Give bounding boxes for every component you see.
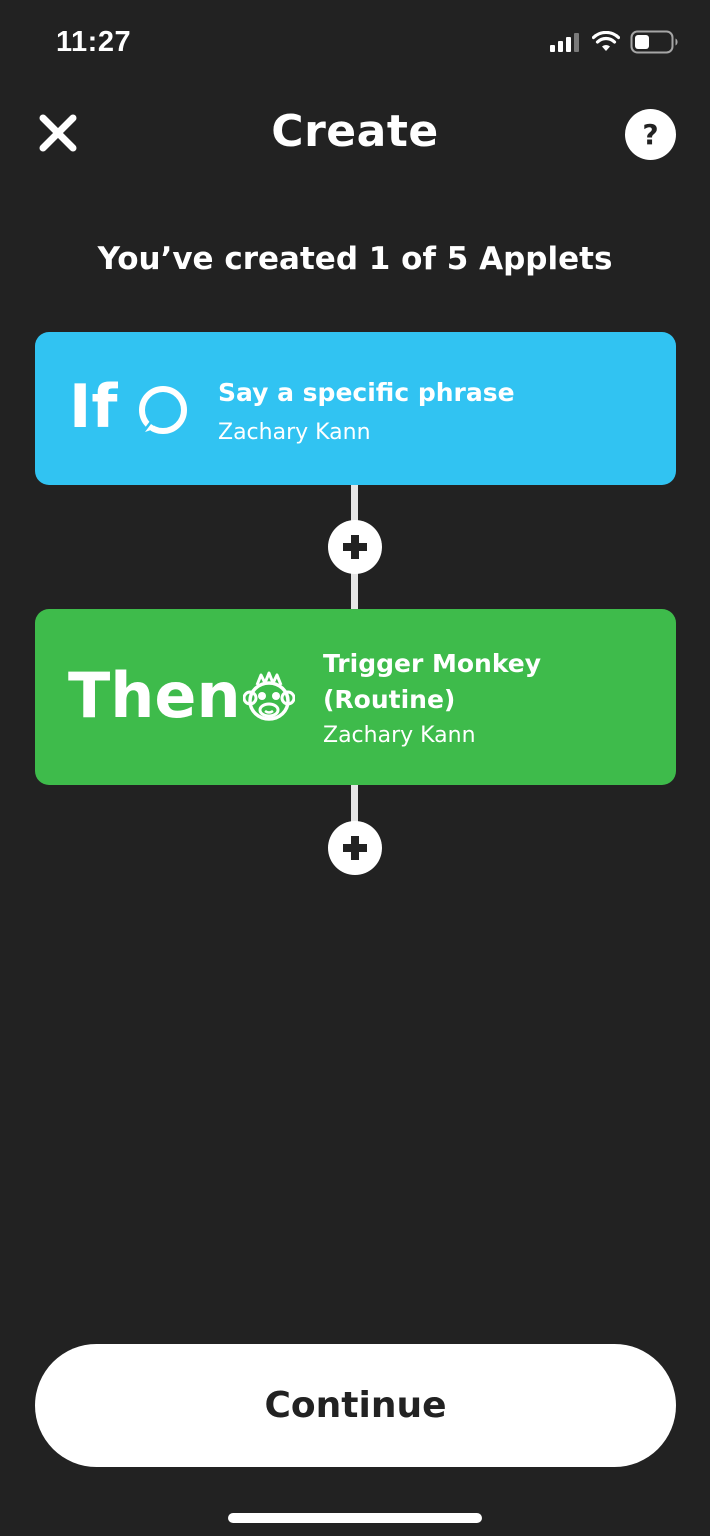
trigger-account: Zachary Kann xyxy=(218,420,371,445)
action-card[interactable]: Then Trigger Monkey (Routine) Zachary Ka… xyxy=(35,609,676,785)
home-indicator[interactable] xyxy=(228,1513,482,1523)
status-icons xyxy=(550,30,680,54)
trigger-if-label: If xyxy=(69,372,118,442)
monkey-icon xyxy=(243,671,295,721)
plus-icon xyxy=(343,836,367,860)
action-text: Trigger Monkey (Routine) Zachary Kann xyxy=(323,646,583,754)
add-step-button[interactable] xyxy=(328,520,382,574)
signal-icon xyxy=(550,33,579,52)
add-step-button[interactable] xyxy=(328,821,382,875)
status-time: 11:27 xyxy=(56,26,132,58)
action-account: Zachary Kann xyxy=(323,723,476,748)
help-button[interactable]: ? xyxy=(625,109,676,160)
plus-icon xyxy=(343,535,367,559)
trigger-text: Say a specific phrase Zachary Kann xyxy=(218,375,515,451)
action-then-label: Then xyxy=(68,659,241,732)
action-name: Trigger Monkey (Routine) xyxy=(323,649,542,714)
continue-button[interactable]: Continue xyxy=(35,1344,676,1467)
applet-count-text: You’ve created 1 of 5 Applets xyxy=(97,241,613,277)
battery-icon xyxy=(630,30,678,54)
trigger-card[interactable]: If Say a specific phrase Zachary Kann xyxy=(35,332,676,485)
connector-line xyxy=(351,785,358,825)
wifi-icon xyxy=(592,31,620,51)
alexa-icon xyxy=(139,386,187,434)
trigger-action: Say a specific phrase xyxy=(218,378,515,407)
page-title: Create xyxy=(271,106,439,157)
help-icon: ? xyxy=(642,118,659,151)
